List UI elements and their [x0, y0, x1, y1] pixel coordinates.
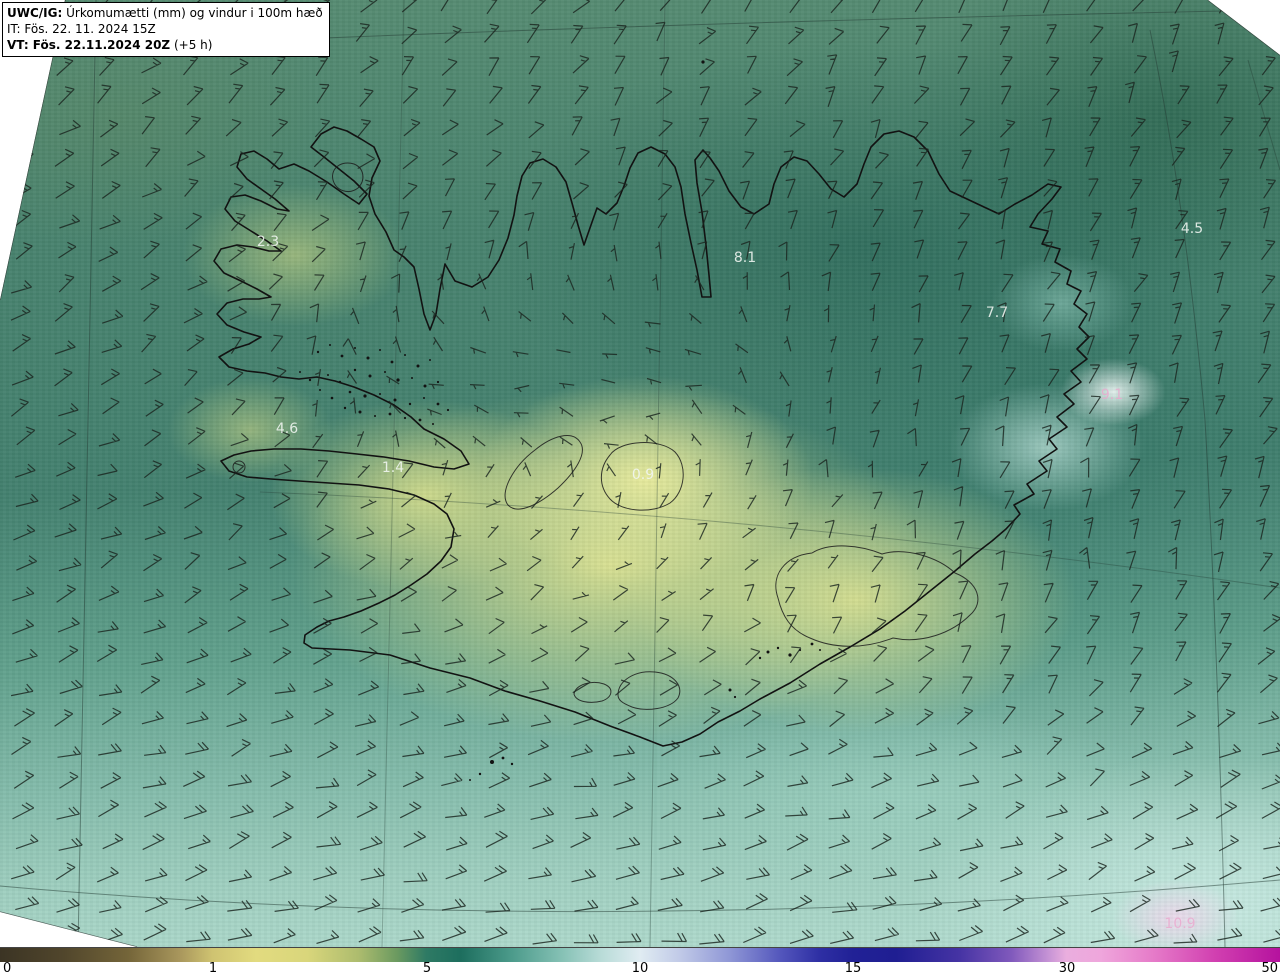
valid-time: VT: Fös. 22.11.2024 20Z — [7, 38, 171, 52]
colorbar-tick-label: 15 — [844, 961, 862, 976]
product-title: Úrkomumætti (mm) og vindur i 100m hæð — [66, 6, 323, 20]
precipitation-colorbar: 0 1 5 10 15 30 50 — [0, 947, 1280, 978]
info-box: UWC/IG: Úrkomumætti (mm) og vindur i 100… — [2, 2, 330, 57]
colorbar-tick-labels: 0 1 5 10 15 30 50 — [0, 961, 1280, 978]
forecast-image: 2.3 4.5 8.1 7.7 4.6 1.4 0.9 9.1 10.9 UWC/IG: Úrk… — [0, 0, 1280, 978]
map-overlay: 2.3 4.5 8.1 7.7 4.6 1.4 0.9 9.1 10.9 — [0, 0, 1280, 947]
valid-time-offset: (+5 h) — [173, 38, 213, 52]
colorbar-tick-label: 10 — [631, 961, 649, 976]
colorbar-tick-label: 1 — [208, 961, 218, 976]
contour-value-label: 0.9 — [632, 467, 654, 483]
colorbar-tick-label: 5 — [422, 961, 432, 976]
local-max-label: 9.1 — [1101, 387, 1123, 403]
product-code: UWC/IG: — [7, 6, 63, 20]
colorbar-tick-label: 0 — [3, 961, 12, 976]
glacier-outlines — [232, 162, 979, 710]
colorbar-tick-label: 50 — [1261, 961, 1278, 976]
contour-value-label: 4.5 — [1181, 221, 1203, 237]
product-line: UWC/IG: Úrkomumætti (mm) og vindur i 100… — [7, 5, 323, 21]
colorbar-tick-label: 30 — [1058, 961, 1076, 976]
weather-map: 2.3 4.5 8.1 7.7 4.6 1.4 0.9 9.1 10.9 — [0, 0, 1280, 947]
iceland-coastline — [213, 126, 1090, 747]
map-value-labels: 2.3 4.5 8.1 7.7 4.6 1.4 0.9 9.1 10.9 — [257, 221, 1203, 932]
valid-line: VT: Fös. 22.11.2024 20Z (+5 h) — [7, 37, 323, 53]
contour-value-label: 4.6 — [276, 421, 298, 437]
colorbar-gradient — [0, 947, 1280, 962]
contour-value-label: 1.4 — [382, 460, 404, 476]
contour-value-label: 8.1 — [734, 250, 756, 266]
local-max-label: 10.9 — [1164, 916, 1195, 932]
init-time: IT: Fös. 22. 11. 2024 15Z — [7, 22, 156, 36]
contour-value-label: 7.7 — [986, 305, 1008, 321]
contour-value-label: 2.3 — [257, 234, 279, 250]
